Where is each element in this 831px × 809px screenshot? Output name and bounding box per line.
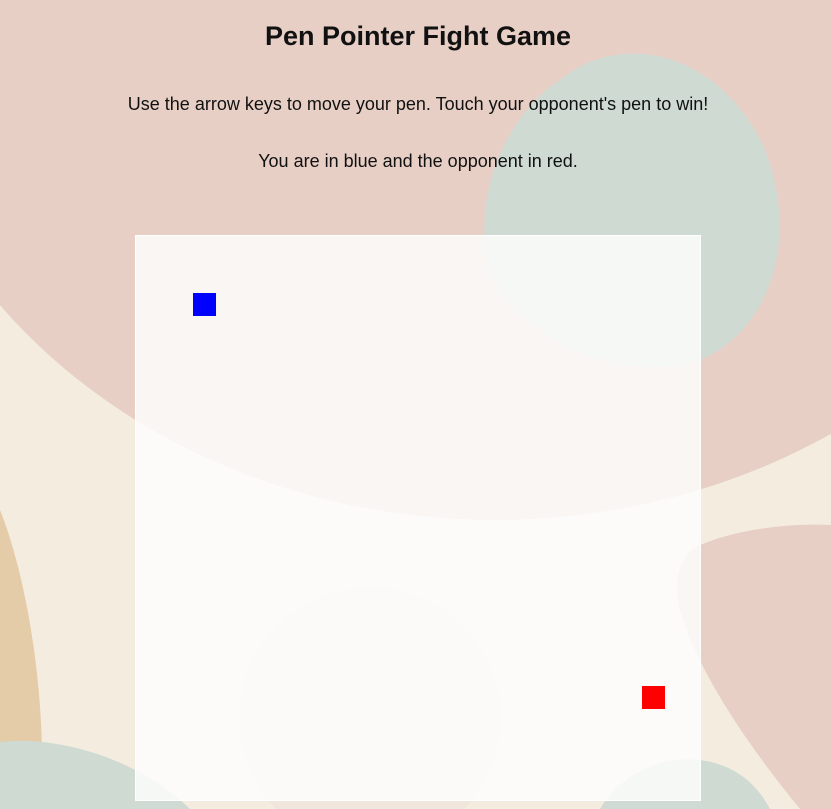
color-info-text: You are in blue and the opponent in red. [258, 151, 578, 171]
game-arena[interactable] [135, 235, 701, 801]
page-title: Pen Pointer Fight Game [264, 21, 572, 51]
player-pen [193, 293, 216, 316]
game-page: Pen Pointer Fight Game Use the arrow key… [0, 0, 831, 809]
instructions-text: Use the arrow keys to move your pen. Tou… [127, 94, 709, 114]
opponent-pen [642, 686, 665, 709]
